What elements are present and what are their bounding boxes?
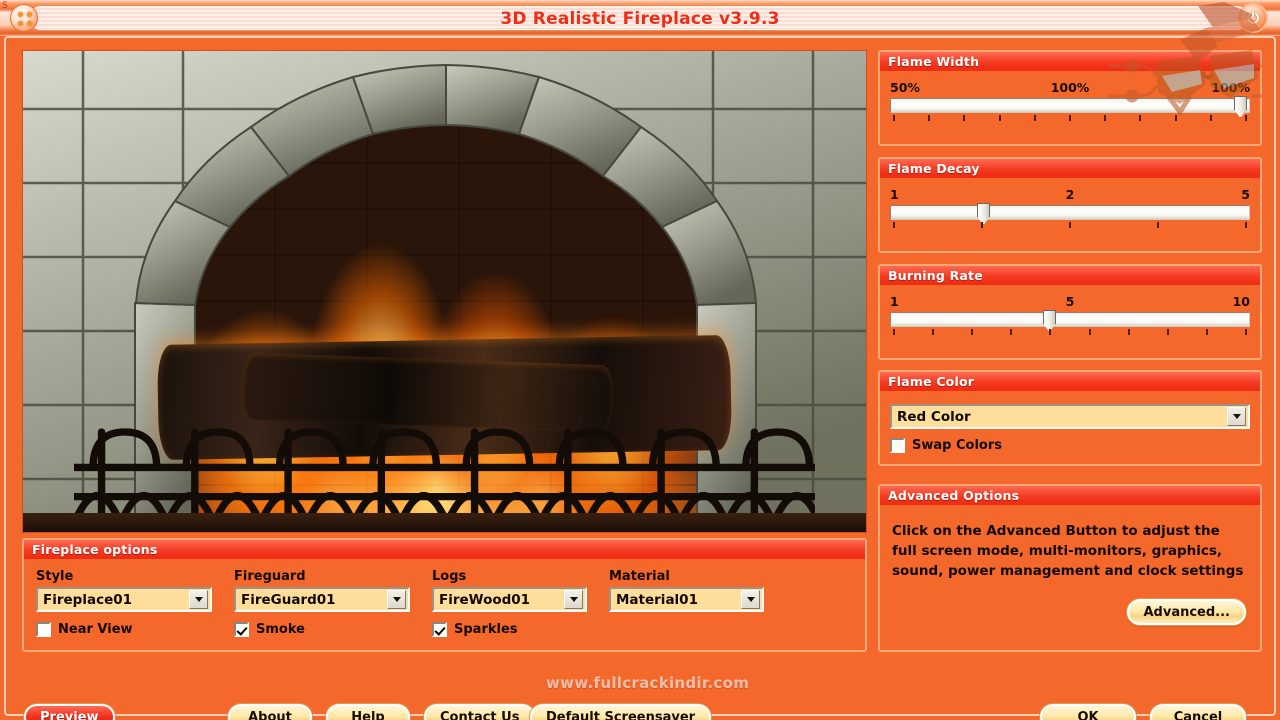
slider-max-label: 5 [1241, 187, 1250, 202]
window-body: Flame Width 50% 100% 100% Flame Decay 1 [4, 36, 1276, 720]
chevron-down-icon[interactable] [189, 590, 208, 609]
slider-scale-flame-decay: 1 2 5 [890, 187, 1250, 205]
sparkles-row[interactable]: Sparkles [432, 622, 587, 637]
slider-max-label: 10 [1232, 294, 1250, 309]
slider-min-label: 1 [890, 187, 899, 202]
title-bar: S 3D Realistic Fireplace v3.9.3 ⏻ [0, 0, 1280, 36]
smoke-checkbox[interactable] [234, 622, 249, 637]
group-title-fireplace-options: Fireplace options [24, 540, 865, 559]
sparkles-label: Sparkles [454, 622, 518, 637]
group-title-flame-decay: Flame Decay [880, 159, 1260, 178]
slider-scale-flame-width: 50% 100% 100% [890, 80, 1250, 98]
flame-color-value: Red Color [897, 408, 971, 425]
chevron-down-icon[interactable] [387, 590, 406, 609]
chevron-down-icon[interactable] [741, 590, 760, 609]
default-screensaver-button[interactable]: Default Screensaver [530, 704, 712, 720]
advanced-description: Click on the Advanced Button to adjust t… [892, 523, 1244, 579]
slider-ticks-burning-rate [890, 328, 1250, 338]
style-value: Fireplace01 [43, 591, 133, 608]
window-corner-glyph: S [2, 1, 8, 11]
near-view-checkbox[interactable] [36, 622, 51, 637]
group-flame-decay: Flame Decay 1 2 5 [878, 157, 1262, 253]
field-label-logs: Logs [432, 569, 467, 584]
flame-color-select[interactable]: Red Color [890, 404, 1250, 429]
group-fireplace-options: Fireplace options Style Fireplace01 Fire… [22, 538, 867, 652]
slider-mid-label: 2 [1065, 187, 1075, 202]
window-title: 3D Realistic Fireplace v3.9.3 [500, 9, 780, 29]
cancel-button[interactable]: Cancel [1150, 704, 1246, 720]
chevron-down-icon[interactable] [1227, 407, 1246, 426]
field-fireguard: Fireguard FireGuard01 [234, 569, 410, 612]
slider-mid-label: 5 [1065, 294, 1075, 309]
field-style: Style Fireplace01 [36, 569, 212, 612]
fireguard-select[interactable]: FireGuard01 [234, 587, 410, 612]
field-label-fireguard: Fireguard [234, 569, 306, 584]
group-title-flame-width: Flame Width [880, 52, 1260, 71]
advanced-button[interactable]: Advanced... [1127, 599, 1246, 625]
slider-min-label: 50% [890, 80, 920, 95]
help-button[interactable]: Help [326, 704, 410, 720]
style-select[interactable]: Fireplace01 [36, 587, 212, 612]
material-select[interactable]: Material01 [609, 587, 764, 612]
slider-flame-width[interactable] [890, 96, 1250, 118]
preview-button[interactable]: Preview [24, 704, 115, 720]
field-label-style: Style [36, 569, 74, 584]
group-advanced-options: Advanced Options Click on the Advanced B… [878, 484, 1262, 652]
field-material: Material Material01 [609, 569, 764, 612]
field-logs: Logs FireWood01 [432, 569, 587, 612]
fireplace-preview [22, 50, 867, 533]
application-window: S 3D Realistic Fireplace v3.9.3 ⏻ Flame … [0, 0, 1280, 720]
slider-scale-burning-rate: 1 5 10 [890, 294, 1250, 312]
power-icon[interactable]: ⏻ [1238, 3, 1268, 33]
bottom-button-bar: Preview About Help Contact Us Default Sc… [22, 696, 1262, 720]
smoke-label: Smoke [256, 622, 305, 637]
near-view-row[interactable]: Near View [36, 622, 212, 637]
ok-button[interactable]: OK [1040, 704, 1136, 720]
slider-min-label: 1 [890, 294, 899, 309]
group-title-advanced-options: Advanced Options [880, 486, 1260, 505]
slider-mid-label: 100% [1050, 80, 1090, 95]
contact-us-button[interactable]: Contact Us [424, 704, 536, 720]
material-value: Material01 [616, 591, 698, 608]
slider-max-label: 100% [1211, 80, 1250, 95]
fireguard-value: FireGuard01 [241, 591, 336, 608]
near-view-label: Near View [58, 622, 133, 637]
title-bar-plate: 3D Realistic Fireplace v3.9.3 [28, 5, 1250, 31]
window-menu-icon[interactable] [10, 4, 38, 32]
sparkles-checkbox[interactable] [432, 622, 447, 637]
chevron-down-icon[interactable] [564, 590, 583, 609]
about-button[interactable]: About [228, 704, 312, 720]
slider-ticks-flame-decay [890, 221, 1250, 231]
swap-colors-checkbox[interactable] [890, 438, 905, 453]
logs-select[interactable]: FireWood01 [432, 587, 587, 612]
group-title-flame-color: Flame Color [880, 372, 1260, 391]
group-flame-width: Flame Width 50% 100% 100% [878, 50, 1262, 146]
group-flame-color: Flame Color Red Color Swap Colors [878, 370, 1262, 466]
logs-value: FireWood01 [439, 591, 531, 608]
slider-burning-rate[interactable] [890, 310, 1250, 332]
swap-colors-label: Swap Colors [912, 438, 1002, 453]
smoke-row[interactable]: Smoke [234, 622, 410, 637]
group-burning-rate: Burning Rate 1 5 10 [878, 264, 1262, 360]
slider-flame-decay[interactable] [890, 203, 1250, 225]
slider-ticks-flame-width [890, 114, 1250, 124]
group-title-burning-rate: Burning Rate [880, 266, 1260, 285]
field-label-material: Material [609, 569, 670, 584]
swap-colors-row[interactable]: Swap Colors [890, 438, 1250, 453]
